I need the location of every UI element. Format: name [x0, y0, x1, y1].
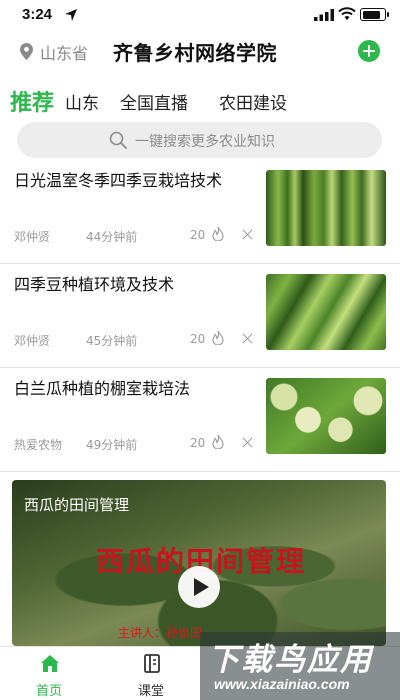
article-item[interactable]: 四季豆种植环境及技术 邓仲贤 45分钟前 20: [0, 264, 400, 368]
article-time: 44分钟前: [86, 230, 138, 244]
search-input[interactable]: 一键搜索更多农业知识: [17, 122, 382, 158]
article-title[interactable]: 四季豆种植环境及技术: [14, 274, 254, 296]
article-author[interactable]: 热爱农物: [14, 436, 62, 453]
watermark-text: 下载鸟应用: [208, 642, 373, 678]
nav-classroom[interactable]: 课堂: [116, 647, 186, 700]
status-bar: 3:24: [0, 0, 400, 32]
video-card[interactable]: 西瓜的田间管理 西瓜的田间管理 主讲人：孙世田: [12, 480, 386, 646]
article-title[interactable]: 日光温室冬季四季豆栽培技术: [14, 170, 254, 192]
play-button[interactable]: [178, 566, 220, 608]
add-button[interactable]: [358, 40, 380, 62]
flame-icon: [212, 434, 224, 449]
category-tabs: 推荐 山东 全国直播 农田建设: [0, 82, 400, 116]
location-selector[interactable]: 山东省: [40, 40, 88, 64]
article-author[interactable]: 邓仲贤: [14, 332, 50, 349]
video-byline: 主讲人：孙世田: [118, 626, 203, 640]
flame-icon: [212, 330, 224, 345]
article-heat-count: 20: [190, 332, 206, 346]
dismiss-icon[interactable]: [242, 437, 253, 448]
dismiss-icon[interactable]: [242, 229, 253, 240]
search-placeholder: 一键搜索更多农业知识: [135, 134, 275, 150]
header: 山东省 齐鲁乡村网络学院: [0, 32, 400, 72]
melons-photo[interactable]: [266, 378, 386, 454]
tab-recommended[interactable]: 推荐: [10, 85, 54, 117]
green-beans-photo[interactable]: [266, 170, 386, 246]
dismiss-icon[interactable]: [242, 333, 253, 344]
wifi-icon: [338, 7, 356, 20]
article-heat-count: 20: [190, 436, 206, 450]
app-title: 齐鲁乡村网络学院: [113, 41, 277, 65]
watermark: 下载鸟应用 www.xiazainiao.com: [200, 632, 400, 700]
article-item[interactable]: 白兰瓜种植的棚室栽培法 热爱农物 49分钟前 20: [0, 368, 400, 472]
video-title[interactable]: 西瓜的田间管理: [24, 494, 129, 515]
article-heat-count: 20: [190, 228, 206, 242]
tab-farmland-construction[interactable]: 农田建设: [219, 89, 287, 114]
tab-national-live[interactable]: 全国直播: [120, 89, 188, 114]
article-title[interactable]: 白兰瓜种植的棚室栽培法: [14, 378, 254, 400]
nav-classroom-label: 课堂: [137, 684, 164, 699]
nav-home-label: 首页: [35, 684, 62, 699]
battery-level: [362, 10, 380, 19]
article-author[interactable]: 邓仲贤: [14, 228, 50, 245]
bean-vines-photo[interactable]: [266, 274, 386, 350]
search-icon: [109, 131, 127, 149]
article-time: 49分钟前: [86, 438, 138, 452]
tab-shandong[interactable]: 山东: [65, 89, 99, 114]
flame-icon: [212, 226, 224, 241]
location-arrow-icon: [65, 9, 77, 21]
classroom-icon: [144, 654, 160, 673]
battery-icon: [360, 8, 389, 21]
location-pin-icon[interactable]: [20, 43, 33, 60]
article-item[interactable]: 日光温室冬季四季豆栽培技术 邓仲贤 44分钟前 20: [0, 160, 400, 264]
article-time: 45分钟前: [86, 334, 138, 348]
watermark-url: www.xiazainiao.com: [214, 676, 350, 692]
cellular-signal-icon: [314, 9, 334, 21]
home-icon: [41, 655, 59, 672]
status-time: 3:24: [22, 6, 53, 23]
nav-home[interactable]: 首页: [14, 647, 84, 700]
